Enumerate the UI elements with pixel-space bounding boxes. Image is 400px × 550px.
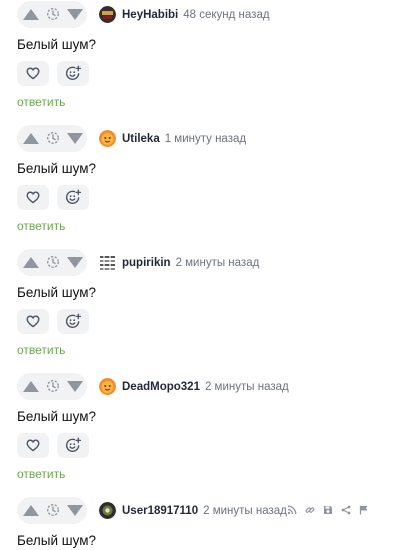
username-link[interactable]: HeyHabibi	[122, 9, 178, 21]
reply-link[interactable]: ответить	[17, 467, 65, 481]
heart-icon	[26, 191, 40, 204]
username-link[interactable]: Utileka	[122, 133, 160, 145]
timer-icon[interactable]	[46, 131, 60, 145]
vote-controls	[17, 497, 87, 524]
downvote-icon[interactable]	[67, 133, 83, 144]
add-reaction-button[interactable]	[57, 309, 89, 334]
avatar[interactable]	[99, 130, 116, 147]
downvote-icon[interactable]	[67, 257, 83, 268]
upvote-icon[interactable]	[23, 257, 39, 268]
username-link[interactable]: User18917110	[122, 505, 198, 517]
username-link[interactable]: DeadMopo321	[122, 381, 200, 393]
heart-icon	[26, 67, 40, 80]
comment: DeadMopo321 2 минуты назад Белый шум? отв…	[0, 373, 400, 497]
flag-icon[interactable]	[359, 505, 369, 515]
comment: HeyHabibi 48 секунд назад Белый шум? отве…	[0, 1, 400, 125]
timer-icon[interactable]	[46, 503, 60, 517]
comment-meta: HeyHabibi 48 секунд назад	[122, 8, 270, 23]
comment-tools	[287, 503, 369, 517]
timestamp-link[interactable]: 2 минуты назад	[203, 505, 287, 517]
upvote-icon[interactable]	[23, 505, 39, 516]
comment-text: Белый шум?	[17, 37, 97, 52]
downvote-icon[interactable]	[67, 505, 83, 516]
upvote-icon[interactable]	[23, 9, 39, 20]
floppy-disk-icon[interactable]	[323, 505, 333, 515]
reply-link[interactable]: ответить	[17, 219, 65, 233]
timestamp-link[interactable]: 2 минуты назад	[176, 257, 260, 269]
vote-controls	[17, 1, 87, 28]
reply-link[interactable]: ответить	[17, 343, 65, 357]
add-reaction-button[interactable]	[57, 61, 89, 86]
downvote-icon[interactable]	[67, 9, 83, 20]
timestamp-link[interactable]: 1 минуту назад	[165, 133, 246, 145]
emoji-plus-icon	[65, 189, 82, 204]
avatar[interactable]	[99, 254, 116, 271]
comment-text: Белый шум?	[17, 161, 97, 176]
avatar[interactable]	[99, 502, 116, 519]
username-link[interactable]: pupirikin	[122, 257, 171, 269]
vote-controls	[17, 373, 87, 400]
emoji-plus-icon	[65, 437, 82, 452]
heart-icon	[26, 439, 40, 452]
comment: Utileka 1 минуту назад Белый шум? ответит…	[0, 125, 400, 249]
timer-icon[interactable]	[46, 255, 60, 269]
comment-text: Белый шум?	[17, 409, 97, 424]
avatar[interactable]	[99, 6, 116, 23]
vote-controls	[17, 125, 87, 152]
add-reaction-button[interactable]	[57, 185, 89, 210]
like-button[interactable]	[17, 185, 49, 210]
reply-link[interactable]: ответить	[17, 95, 65, 109]
timer-icon[interactable]	[46, 379, 60, 393]
vote-controls	[17, 249, 87, 276]
link-icon[interactable]	[305, 505, 315, 515]
share-icon[interactable]	[341, 505, 351, 515]
add-reaction-button[interactable]	[57, 433, 89, 458]
comment-meta: Utileka 1 минуту назад	[122, 132, 246, 147]
avatar[interactable]	[99, 378, 116, 395]
rss-icon[interactable]	[287, 505, 297, 515]
like-button[interactable]	[17, 61, 49, 86]
like-button[interactable]	[17, 433, 49, 458]
downvote-icon[interactable]	[67, 381, 83, 392]
comment-meta: User18917110 2 минуты назад	[122, 504, 287, 519]
comment-list: HeyHabibi 48 секунд назад Белый шум? отве…	[0, 0, 400, 550]
upvote-icon[interactable]	[23, 133, 39, 144]
comment-meta: pupirikin 2 минуты назад	[122, 256, 259, 271]
heart-icon	[26, 315, 40, 328]
comment: User18917110 2 минуты назад Белый шум?	[0, 497, 400, 550]
comment-text: Белый шум?	[17, 285, 97, 300]
comment-text: Белый шум?	[17, 533, 97, 548]
timer-icon[interactable]	[46, 7, 60, 21]
timestamp-link[interactable]: 2 минуты назад	[205, 381, 289, 393]
emoji-plus-icon	[65, 313, 82, 328]
emoji-plus-icon	[65, 65, 82, 80]
upvote-icon[interactable]	[23, 381, 39, 392]
like-button[interactable]	[17, 309, 49, 334]
timestamp-link[interactable]: 48 секунд назад	[183, 9, 269, 21]
comment-meta: DeadMopo321 2 минуты назад	[122, 380, 289, 395]
comment: pupirikin 2 минуты назад Белый шум? ответ…	[0, 249, 400, 373]
